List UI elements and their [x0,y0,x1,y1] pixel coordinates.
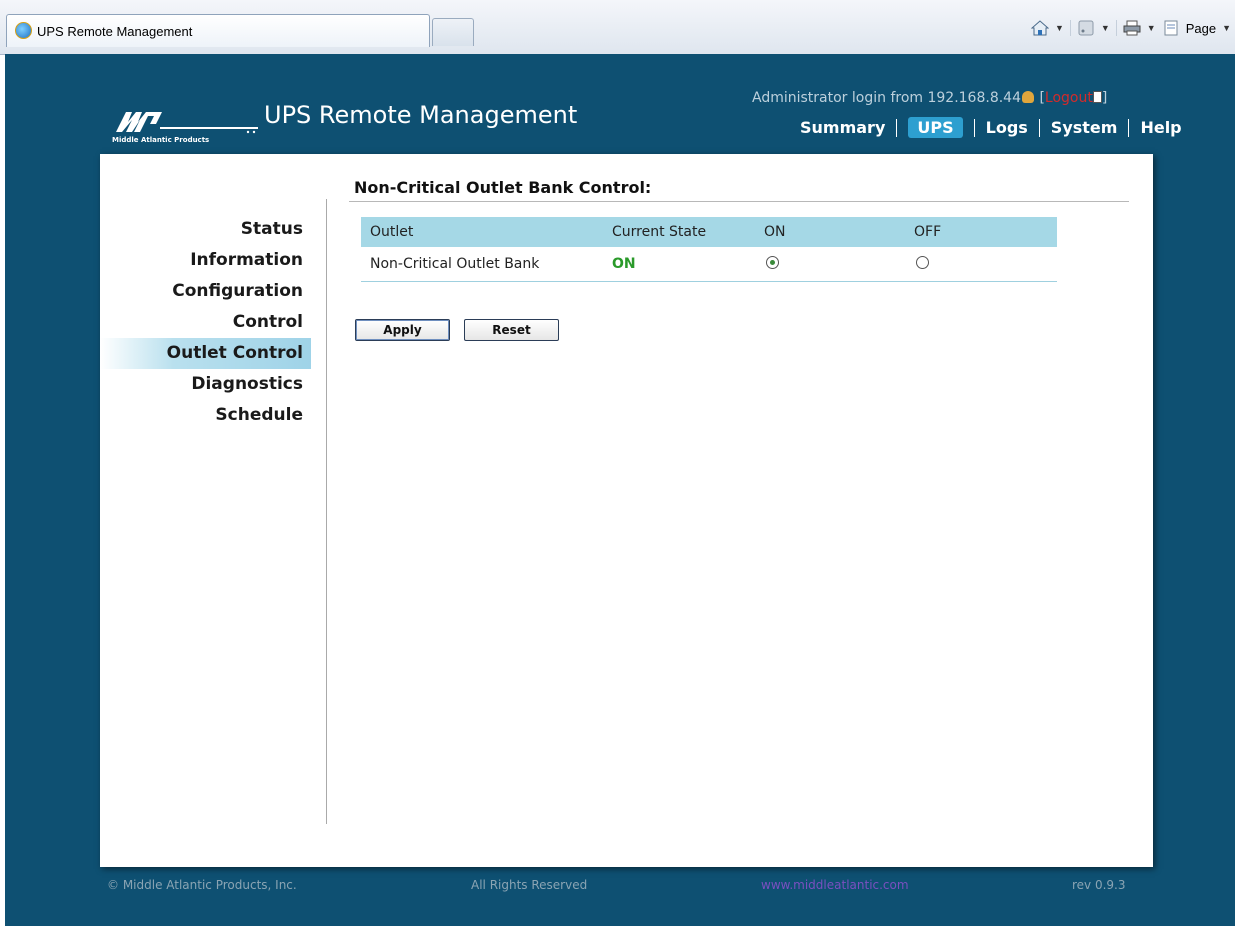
content-panel: Status Information Configuration Control… [100,154,1153,867]
page-dropdown-icon[interactable]: ▼ [1222,23,1231,33]
footer-rights: All Rights Reserved [471,878,588,892]
sidebar: Status Information Configuration Control… [100,214,311,431]
nav-help[interactable]: Help [1140,118,1181,137]
sidebar-item-information[interactable]: Information [100,245,311,276]
column-header-current-state: Current State [612,217,764,247]
sidebar-item-control[interactable]: Control [100,307,311,338]
admin-login-info: Administrator login from 192.168.8.44 [L… [752,90,1108,106]
nav-summary[interactable]: Summary [800,118,885,137]
sidebar-item-configuration[interactable]: Configuration [100,276,311,307]
nav-logs[interactable]: Logs [986,118,1028,137]
separator [1069,20,1071,36]
feeds-icon[interactable] [1077,20,1095,36]
browser-tab[interactable]: UPS Remote Management [6,14,430,47]
column-header-on: ON [764,217,914,247]
nav-system[interactable]: System [1051,118,1118,137]
sidebar-item-outlet-control[interactable]: Outlet Control [100,338,311,369]
browser-chrome: UPS Remote Management ▼ ▼ ▼ Page ▼ [0,0,1235,55]
nav-separator [1128,118,1130,137]
table-header-row: Outlet Current State ON OFF [361,217,1057,247]
footer: © Middle Atlantic Products, Inc. All Rig… [5,878,1235,898]
footer-website-link[interactable]: www.middleatlantic.com [761,878,909,892]
section-title: Non-Critical Outlet Bank Control: [354,178,652,197]
sidebar-item-diagnostics[interactable]: Diagnostics [100,369,311,400]
home-dropdown-icon[interactable]: ▼ [1055,23,1064,33]
new-tab-button[interactable] [432,18,474,46]
column-header-off: OFF [914,217,1057,247]
footer-version: rev 0.9.3 [1072,878,1126,892]
command-bar: ▼ ▼ ▼ Page ▼ [1030,20,1231,36]
nav-ups[interactable]: UPS [908,117,963,138]
print-icon[interactable] [1123,20,1141,36]
separator [1115,20,1117,36]
admin-login-text: Administrator login from 192.168.8.44 [752,90,1021,106]
nav-separator [896,118,898,137]
print-dropdown-icon[interactable]: ▼ [1147,23,1156,33]
logout-door-icon[interactable] [1092,91,1102,103]
section-divider [349,201,1129,202]
top-navigation: Summary UPS Logs System Help [800,117,1182,138]
nav-separator [973,118,975,137]
user-icon [1022,91,1034,103]
column-header-outlet: Outlet [361,217,612,247]
home-icon[interactable] [1030,20,1050,36]
sidebar-item-schedule[interactable]: Schedule [100,400,311,431]
current-state-value: ON [612,256,636,272]
sidebar-divider [326,199,327,824]
reset-button[interactable]: Reset [464,319,559,341]
logout-link[interactable]: Logout [1045,90,1093,106]
page-icon[interactable] [1162,20,1180,36]
middle-atlantic-logo: Middle Atlantic Products [110,108,260,144]
app-title: UPS Remote Management [264,101,578,129]
page-menu-label[interactable]: Page [1186,21,1216,36]
off-radio[interactable] [916,255,929,269]
on-radio[interactable] [766,255,779,269]
logo-tagline: Middle Atlantic Products [112,136,209,144]
ie-icon [15,22,32,39]
feeds-dropdown-icon[interactable]: ▼ [1101,23,1110,33]
browser-tab-title: UPS Remote Management [37,24,193,39]
nav-separator [1038,118,1040,137]
outlet-control-table: Outlet Current State ON OFF Non-Critical… [361,217,1057,282]
footer-copyright: © Middle Atlantic Products, Inc. [107,878,297,892]
outlet-name: Non-Critical Outlet Bank [361,247,612,282]
sidebar-item-status[interactable]: Status [100,214,311,245]
table-row: Non-Critical Outlet Bank ON [361,247,1057,282]
apply-button[interactable]: Apply [355,319,450,341]
